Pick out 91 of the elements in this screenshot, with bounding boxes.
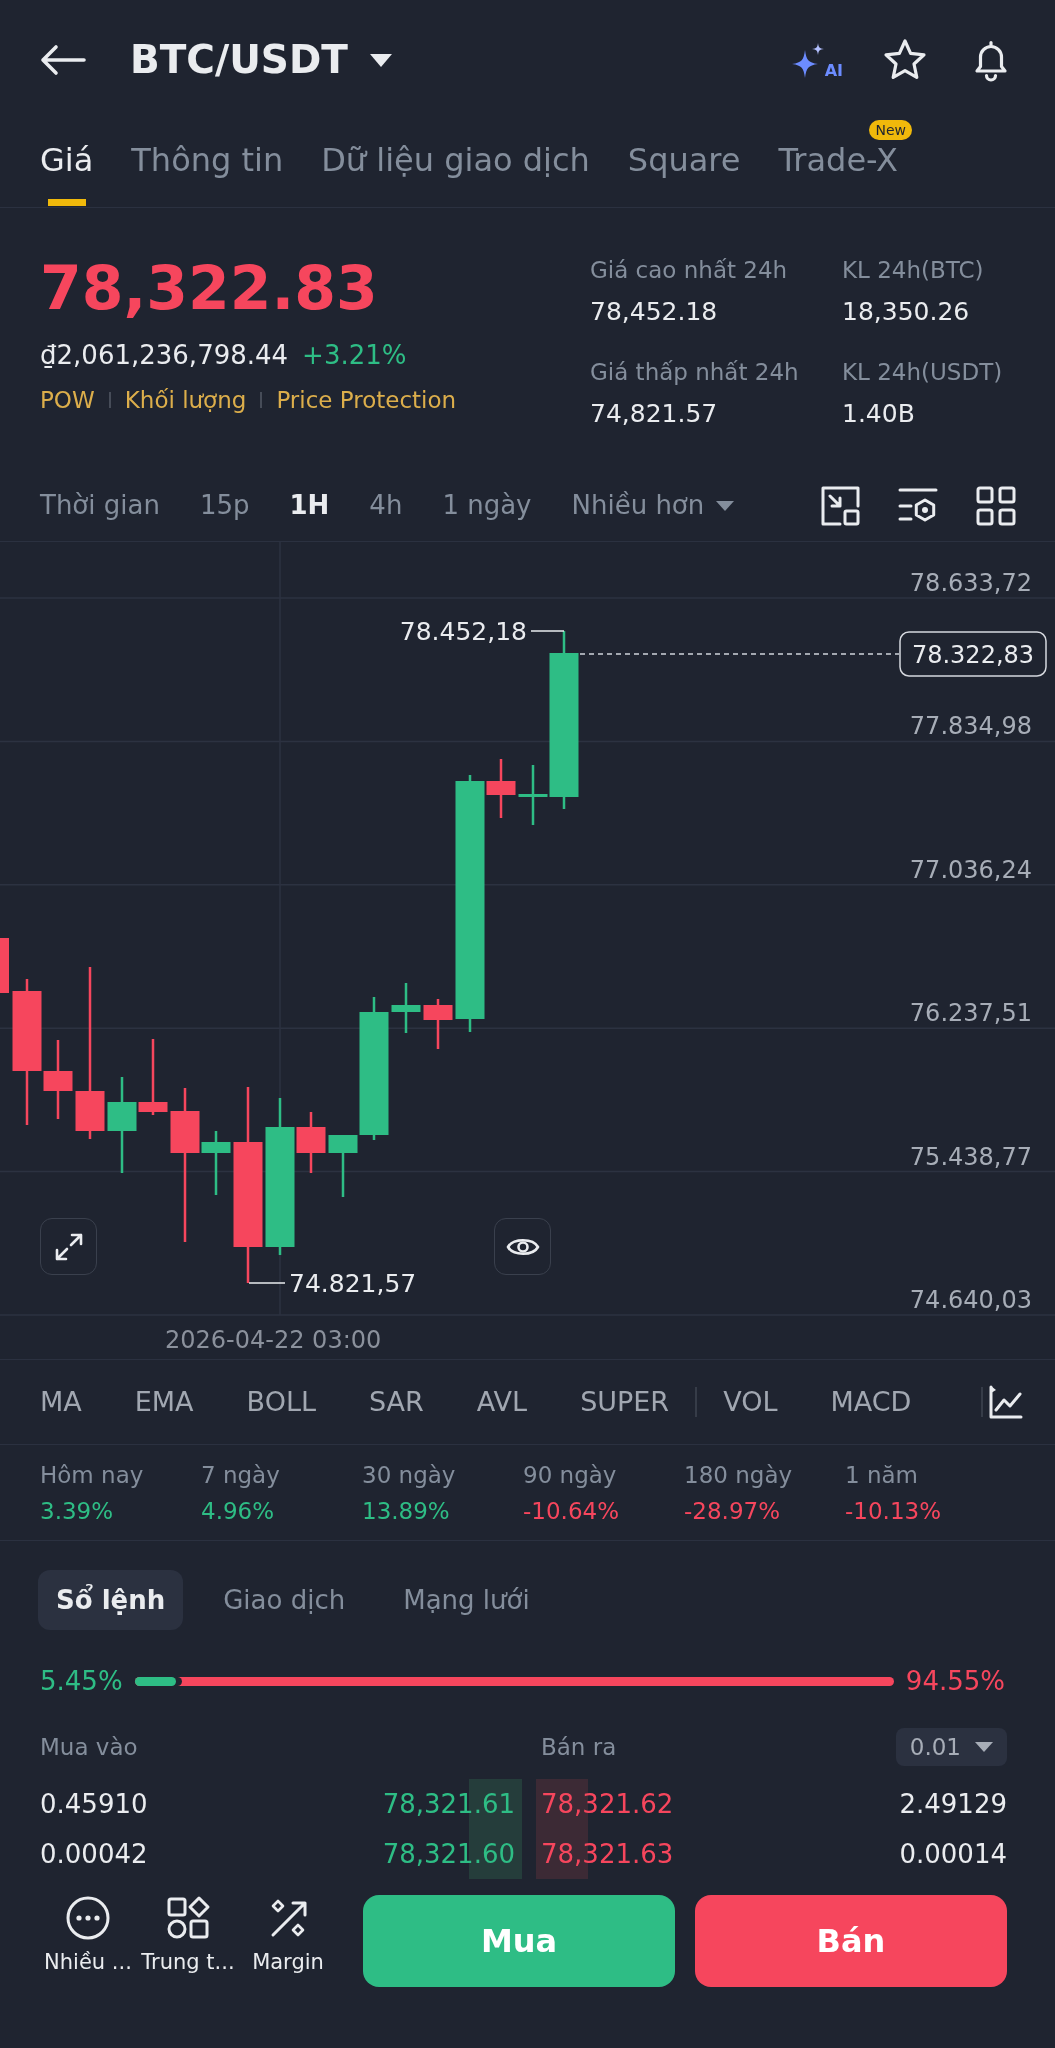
- back-arrow-icon[interactable]: [40, 43, 86, 77]
- shortcut-button[interactable]: Margin: [238, 1895, 338, 1979]
- expand-icon: [53, 1231, 84, 1262]
- price-axis-label: 75.438,77: [909, 1142, 1032, 1171]
- indicator-tab[interactable]: VOL: [723, 1381, 778, 1423]
- low-price-leader: [248, 1282, 286, 1284]
- bid-amount: 0.45910: [40, 1787, 148, 1821]
- sell-share: 94.55%: [905, 1664, 1005, 1698]
- period-label: 1 năm: [845, 1461, 920, 1490]
- candle: [0, 938, 9, 993]
- indicator-tab[interactable]: EMA: [134, 1381, 194, 1423]
- price-axis-label: 78.633,72: [909, 569, 1032, 597]
- indicator-tab[interactable]: SAR: [369, 1381, 424, 1423]
- period-change: 13.89%: [362, 1497, 451, 1526]
- ask-price: 78,321.63: [541, 1837, 674, 1871]
- period-label: Hôm nay: [40, 1461, 145, 1490]
- tab[interactable]: Dữ liệu giao dịch: [321, 140, 590, 206]
- price-change: +3.21%: [302, 339, 407, 371]
- price-axis-label: 77.036,24: [909, 855, 1032, 884]
- interval-tab[interactable]: Thời gian: [40, 486, 160, 525]
- interval-tab[interactable]: Nhiều hơn: [571, 486, 735, 525]
- period-change: 4.96%: [201, 1497, 276, 1526]
- ask-header: Bán ra: [541, 1732, 617, 1762]
- bid-header: Mua vào: [40, 1733, 138, 1760]
- indicator-tab[interactable]: SUPER: [580, 1381, 670, 1423]
- stat-label: KL 24h(BTC): [842, 256, 985, 285]
- ask-amount: 2.49129: [899, 1787, 1007, 1821]
- interval-tab[interactable]: 15p: [199, 486, 250, 525]
- tag-link[interactable]: Khối lượng: [124, 385, 247, 415]
- ask-amount: 0.00014: [899, 1837, 1007, 1871]
- stat-label: Giá cao nhất 24h: [590, 256, 789, 285]
- indicator-tab[interactable]: MA: [40, 1381, 82, 1423]
- tab[interactable]: Trade-X: [778, 140, 898, 206]
- tab[interactable]: Thông tin: [131, 140, 284, 206]
- indicator-tab[interactable]: MACD: [830, 1381, 912, 1423]
- stat-value: 1.40B: [842, 399, 916, 429]
- shapes-grid-icon: [165, 1895, 211, 1941]
- period-label: 180 ngày: [684, 1461, 794, 1490]
- period-change: -10.64%: [523, 1497, 620, 1526]
- price-axis-label: 76.237,51: [909, 999, 1032, 1028]
- bid-amount: 0.00042: [40, 1837, 148, 1871]
- interval-tab[interactable]: 4h: [369, 486, 403, 525]
- last-price: 78,322.83: [40, 253, 379, 323]
- period-label: 90 ngày: [523, 1461, 618, 1490]
- expand-button[interactable]: [40, 1218, 97, 1275]
- low-price-label: 74.821,57: [289, 1269, 417, 1298]
- period-label: 7 ngày: [201, 1461, 281, 1490]
- stat-label: KL 24h(USDT): [842, 358, 1003, 387]
- interval-tab[interactable]: 1H: [289, 486, 330, 525]
- buy-share: 5.45%: [40, 1664, 123, 1698]
- price-axis-label: 77.834,98: [909, 712, 1032, 741]
- order-book-tab[interactable]: Sổ lệnh: [38, 1570, 184, 1630]
- line-chart-icon[interactable]: [987, 1383, 1025, 1421]
- ask-price: 78,321.62: [541, 1787, 674, 1821]
- high-price-leader: [530, 630, 565, 632]
- ai-button[interactable]: AI: [790, 41, 843, 79]
- period-change: 3.39%: [40, 1497, 115, 1526]
- time-axis-label: 2026-04-22 03:00: [165, 1326, 382, 1354]
- interval-tab[interactable]: 1 ngày: [442, 486, 532, 525]
- indicator-tab[interactable]: BOLL: [246, 1381, 316, 1423]
- period-change: -10.13%: [845, 1497, 942, 1526]
- tag-link[interactable]: Price Protection: [276, 385, 457, 415]
- caret-down-icon: [975, 1742, 993, 1752]
- shortcut-button[interactable]: Trung t...: [138, 1895, 238, 1979]
- precision-dropdown[interactable]: 0.01: [895, 1728, 1007, 1766]
- caret-down-icon: [369, 53, 392, 67]
- bid-price: 78,321.60: [382, 1837, 515, 1871]
- eye-button[interactable]: [494, 1218, 551, 1275]
- period-change: -28.97%: [684, 1497, 781, 1526]
- pair-selector[interactable]: BTC/USDT: [130, 37, 392, 83]
- stat-value: 18,350.26: [842, 297, 971, 327]
- order-book-tab[interactable]: Mạng lưới: [385, 1570, 548, 1630]
- stat-label: Giá thấp nhất 24h: [590, 358, 800, 387]
- more-icon: [65, 1895, 111, 1941]
- candle: [391, 983, 421, 1033]
- period-label: 30 ngày: [362, 1461, 457, 1490]
- indicator-tab[interactable]: AVL: [476, 1381, 528, 1423]
- order-book-tab[interactable]: Giao dịch: [205, 1570, 364, 1630]
- shortcut-button[interactable]: Nhiều ...: [38, 1895, 138, 1979]
- high-price-label: 78.452,18: [399, 617, 527, 646]
- stat-value: 78,452.18: [590, 297, 719, 327]
- last-price-label: 78.322,83: [899, 631, 1047, 677]
- new-badge: New: [869, 120, 912, 140]
- candle: [423, 999, 453, 1049]
- sell-button[interactable]: Bán: [695, 1895, 1007, 1987]
- tag-link[interactable]: POW: [40, 385, 95, 415]
- bid-price: 78,321.61: [382, 1787, 515, 1821]
- price-axis-label: 74.640,03: [909, 1286, 1032, 1314]
- fiat-price: ₫2,061,236,798.44: [40, 339, 289, 371]
- tab[interactable]: Square: [627, 140, 741, 206]
- stat-value: 74,821.57: [590, 399, 719, 429]
